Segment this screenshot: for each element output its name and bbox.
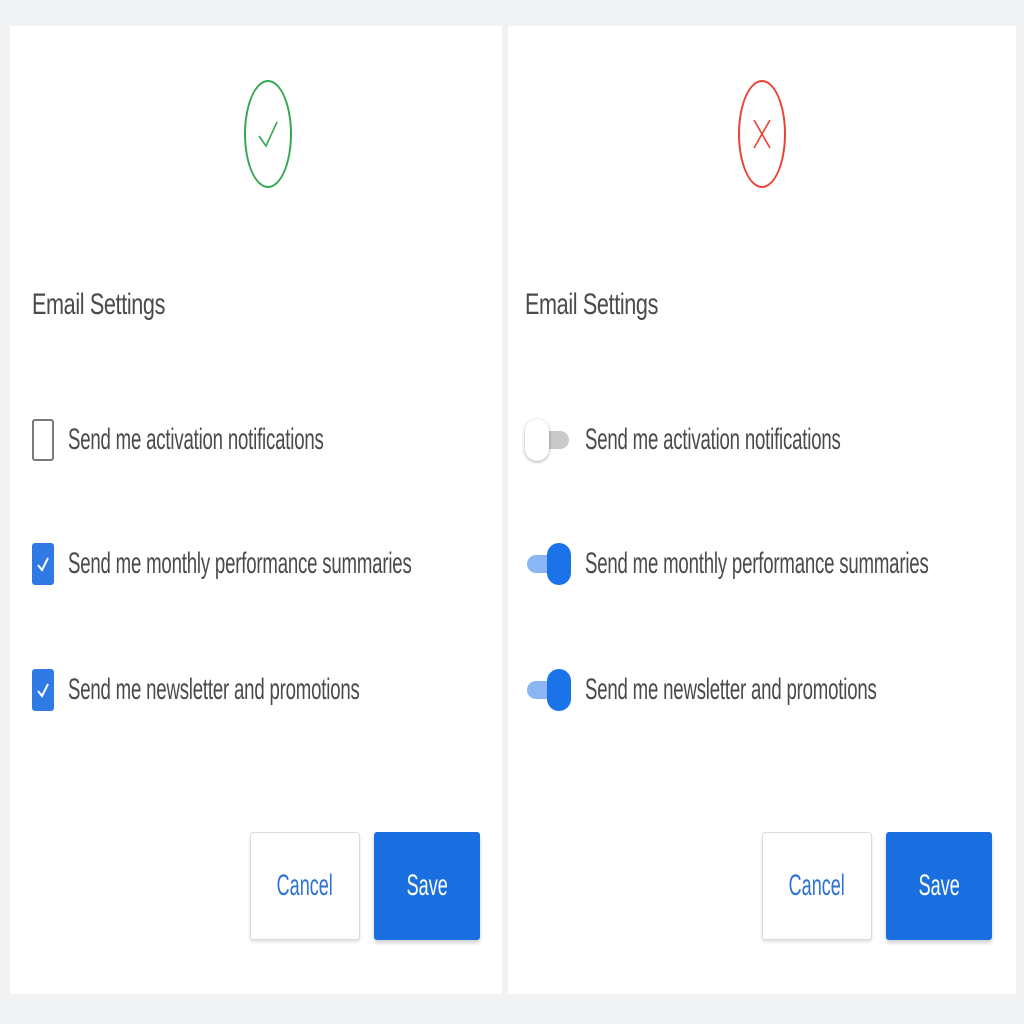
toggle-switch-on[interactable] xyxy=(525,543,571,585)
correct-badge xyxy=(244,80,292,188)
save-label: Save xyxy=(406,869,448,902)
save-button[interactable]: Save xyxy=(374,832,480,940)
option-label: Send me newsletter and promotions xyxy=(585,673,877,706)
toggle-switch-on[interactable] xyxy=(525,669,571,711)
toggle-knob xyxy=(525,419,549,461)
checkbox-checked[interactable] xyxy=(32,543,54,585)
check-icon xyxy=(258,121,278,148)
option-newsletter-promotions[interactable]: Send me newsletter and promotions xyxy=(525,666,1024,714)
cancel-button[interactable]: Cancel xyxy=(762,832,872,940)
toggle-knob xyxy=(547,543,571,585)
action-buttons: Cancel Save xyxy=(762,832,992,940)
checkmark-icon xyxy=(37,683,49,698)
option-label: Send me activation notifications xyxy=(68,423,324,456)
option-activation-notifications[interactable]: Send me activation notifications xyxy=(32,416,480,464)
cancel-label: Cancel xyxy=(276,869,334,902)
save-label: Save xyxy=(918,869,960,902)
incorrect-example-panel: Email Settings Send me activation notifi… xyxy=(508,26,1016,994)
option-label: Send me activation notifications xyxy=(585,423,841,456)
option-label: Send me newsletter and promotions xyxy=(68,673,360,706)
cancel-button[interactable]: Cancel xyxy=(250,832,360,940)
toggle-switch-off[interactable] xyxy=(525,419,571,461)
checkmark-icon xyxy=(37,557,49,572)
incorrect-badge xyxy=(738,80,786,188)
checkbox-unchecked[interactable] xyxy=(32,419,54,461)
option-newsletter-promotions[interactable]: Send me newsletter and promotions xyxy=(32,666,538,714)
settings-title: Email Settings xyxy=(32,288,166,321)
toggle-knob xyxy=(547,669,571,711)
option-label: Send me monthly performance summaries xyxy=(68,547,412,580)
correct-example-panel: Email Settings Send me activation notifi… xyxy=(10,26,502,994)
comparison-stage: Email Settings Send me activation notifi… xyxy=(10,26,1016,994)
x-icon xyxy=(753,119,771,149)
option-label: Send me monthly performance summaries xyxy=(585,547,929,580)
action-buttons: Cancel Save xyxy=(250,832,480,940)
cancel-label: Cancel xyxy=(788,869,846,902)
save-button[interactable]: Save xyxy=(886,832,992,940)
checkbox-checked[interactable] xyxy=(32,669,54,711)
settings-title: Email Settings xyxy=(525,288,659,321)
option-monthly-summaries[interactable]: Send me monthly performance summaries xyxy=(525,540,1024,588)
option-activation-notifications[interactable]: Send me activation notifications xyxy=(525,416,997,464)
